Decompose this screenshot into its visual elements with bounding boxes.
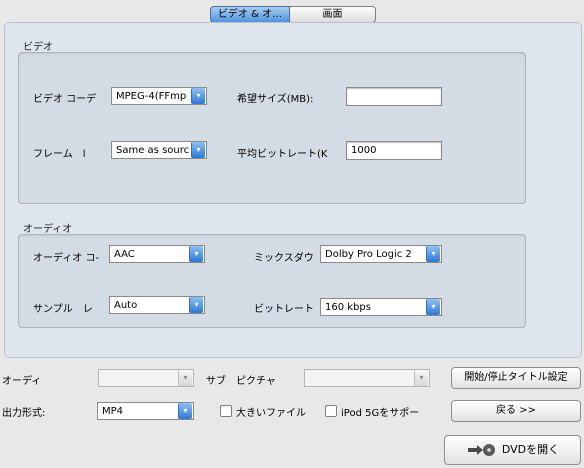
chevron-down-icon: ▾	[189, 297, 203, 313]
target-size-input[interactable]	[346, 87, 442, 106]
ipod-support-label: iPod 5Gをサポー	[341, 408, 420, 419]
output-format-value: MP4	[102, 405, 124, 417]
chapter-settings-button[interactable]: 開始/停止タイトル設定	[451, 367, 581, 389]
chevron-down-icon: ▾	[178, 403, 192, 419]
output-format-label: 出力形式:	[2, 408, 46, 419]
back-button[interactable]: 戻る >>	[451, 400, 581, 422]
large-file-checkbox[interactable]	[220, 405, 232, 417]
disc-icon	[467, 444, 495, 456]
chevron-down-icon: ▾	[178, 370, 192, 386]
audio-bitrate-value: 160 kbps	[325, 301, 371, 313]
tab-video-audio[interactable]: ビデオ & オ…	[210, 6, 290, 23]
audio-codec-label: オーディオ コ-	[33, 253, 100, 264]
mixdown-value: Dolby Pro Logic 2	[325, 248, 412, 260]
audio-group-title: オーディオ	[23, 224, 73, 235]
large-file-label: 大きいファイル	[236, 408, 306, 419]
output-format-select[interactable]: MP4 ▾	[97, 402, 194, 420]
open-dvd-label: DVDを開く	[501, 443, 560, 456]
video-group-title: ビデオ	[23, 42, 53, 53]
frame-rate-label: フレーム l	[33, 149, 86, 160]
frame-rate-value: Same as sourc	[116, 144, 190, 156]
video-codec-value: MPEG-4(FFmp	[116, 90, 187, 102]
audio-track-select[interactable]: ▾	[98, 369, 194, 387]
mixdown-select[interactable]: Dolby Pro Logic 2 ▾	[320, 245, 442, 263]
chevron-down-icon: ▾	[191, 88, 205, 104]
avg-bitrate-input[interactable]: 1000	[346, 141, 442, 160]
ipod-support-checkbox[interactable]	[325, 405, 337, 417]
chevron-down-icon: ▾	[426, 299, 440, 315]
audio-bitrate-select[interactable]: 160 kbps ▾	[320, 298, 442, 316]
sample-rate-select[interactable]: Auto ▾	[109, 296, 205, 314]
video-group	[18, 52, 526, 204]
audio-track-label: オーディ	[2, 376, 42, 387]
chevron-down-icon: ▾	[426, 246, 440, 262]
frame-rate-select[interactable]: Same as sourc ▾	[111, 141, 207, 159]
mixdown-label: ミックスダウ	[254, 253, 314, 264]
audio-codec-select[interactable]: AAC ▾	[109, 245, 205, 263]
avg-bitrate-label: 平均ビットレート(K	[237, 149, 328, 160]
video-codec-label: ビデオ コーデ	[33, 94, 97, 105]
sample-rate-label: サンプル レ	[33, 304, 93, 315]
subtitle-select[interactable]: ▾	[304, 369, 430, 387]
chevron-down-icon: ▾	[191, 142, 205, 158]
target-size-label: 希望サイズ(MB):	[237, 94, 314, 105]
chevron-down-icon: ▾	[189, 246, 203, 262]
audio-bitrate-label: ビットレート	[254, 304, 314, 315]
video-codec-select[interactable]: MPEG-4(FFmp ▾	[111, 87, 207, 105]
subtitle-label: サブ ピクチャ	[206, 376, 276, 387]
open-dvd-button[interactable]: DVDを開く	[444, 435, 581, 465]
chevron-down-icon: ▾	[414, 370, 428, 386]
audio-codec-value: AAC	[114, 248, 135, 260]
sample-rate-value: Auto	[114, 299, 138, 311]
tab-bar: ビデオ & オ… 画面	[210, 6, 376, 23]
tab-screen[interactable]: 画面	[290, 6, 376, 23]
